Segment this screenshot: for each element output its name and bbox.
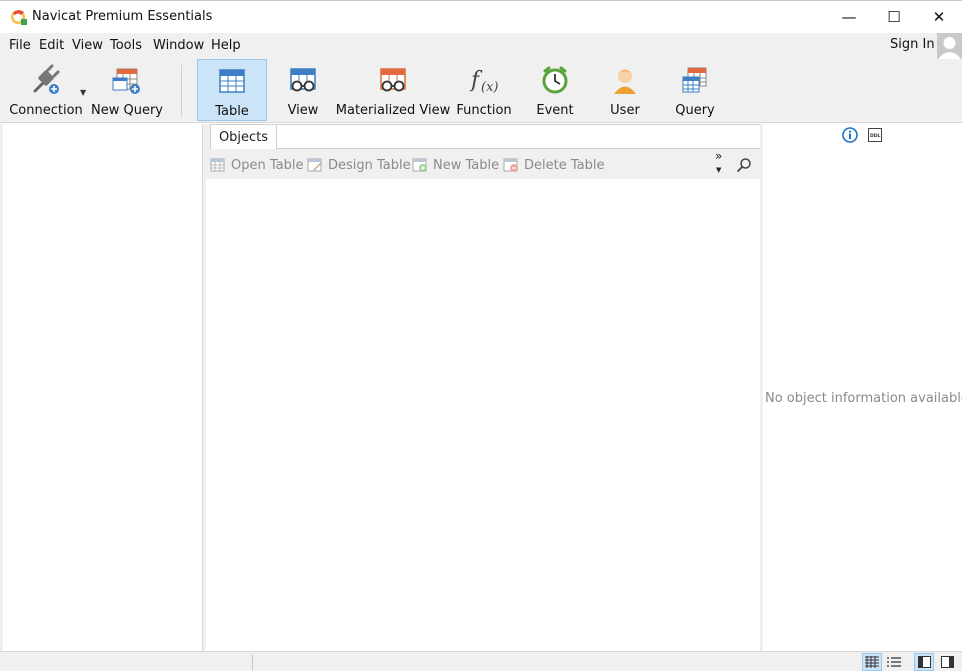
function-label: Function [456, 103, 512, 118]
event-label: Event [536, 103, 574, 118]
status-divider [252, 654, 253, 670]
event-button[interactable]: Event [528, 59, 582, 121]
title-bar: Navicat Premium Essentials — ☐ ✕ [0, 0, 962, 33]
design-table-label: Design Table [328, 157, 411, 173]
plug-icon [33, 64, 60, 94]
object-list[interactable] [206, 179, 760, 651]
menu-bar: File Edit View Tools Window Help Sign In [0, 33, 962, 59]
design-table-icon [307, 158, 322, 172]
close-icon: ✕ [932, 8, 946, 26]
list-view-button[interactable] [884, 653, 904, 671]
new-query-icon [112, 68, 140, 94]
menu-window[interactable]: Window [153, 38, 204, 53]
connection-button[interactable]: Connection [9, 59, 83, 121]
new-query-button[interactable]: New Query [91, 59, 163, 121]
double-chevron-icon: » [715, 149, 723, 163]
close-button[interactable]: ✕ [916, 1, 962, 33]
function-button[interactable]: f (x) Function [455, 59, 513, 121]
object-info-pane: DDL No object information available. [763, 124, 962, 651]
connection-tree-pane[interactable] [3, 124, 203, 651]
toggle-left-pane-button[interactable] [914, 653, 934, 671]
empty-info-message: No object information available. [765, 391, 962, 406]
menu-view[interactable]: View [72, 38, 103, 53]
grid-view-icon [865, 656, 879, 668]
list-view-icon [887, 657, 901, 667]
maximize-button[interactable]: ☐ [871, 1, 917, 33]
query-label: Query [675, 103, 715, 118]
chevron-down-icon[interactable]: ▼ [80, 88, 86, 97]
user-button[interactable]: User [598, 59, 652, 121]
materialized-view-icon [380, 68, 406, 92]
user-silhouette-icon [938, 37, 961, 59]
materialized-view-label: Materialized View [335, 103, 451, 118]
avatar[interactable] [937, 33, 962, 59]
svg-text:DDL: DDL [870, 133, 880, 139]
open-table-label: Open Table [231, 157, 304, 173]
menu-help[interactable]: Help [211, 38, 241, 53]
clock-icon [542, 66, 568, 94]
table-button[interactable]: Table [197, 59, 267, 121]
object-toolbar: Open Table Design Table New Table Delete… [206, 149, 760, 179]
new-query-label: New Query [91, 103, 163, 118]
design-table-button[interactable]: Design Table [307, 156, 411, 174]
chevron-down-icon: ▼ [715, 166, 722, 174]
minimize-icon: — [841, 8, 857, 26]
left-pane-icon [917, 656, 931, 668]
right-pane-icon [940, 656, 954, 668]
delete-table-icon [503, 158, 518, 172]
view-icon [290, 68, 316, 92]
delete-table-label: Delete Table [524, 157, 605, 173]
query-button[interactable]: Query [668, 59, 722, 121]
minimize-button[interactable]: — [826, 1, 872, 33]
user-icon [614, 69, 636, 94]
tab-objects-label: Objects [218, 129, 269, 145]
menu-file[interactable]: File [9, 38, 31, 53]
tab-objects[interactable]: Objects [210, 124, 277, 149]
toggle-right-pane-button[interactable] [937, 653, 957, 671]
search-icon[interactable] [736, 157, 752, 173]
open-table-button[interactable]: Open Table [210, 156, 303, 174]
sign-in-link[interactable]: Sign In [890, 37, 935, 52]
navicat-logo-icon [11, 10, 27, 25]
main-toolbar: Connection ▼ New Query Table View Materi… [0, 59, 962, 123]
new-table-icon [412, 158, 427, 172]
svg-text:(x): (x) [481, 80, 498, 95]
toolbar-divider [181, 65, 182, 117]
connection-label: Connection [9, 103, 83, 118]
function-icon: f (x) [469, 68, 498, 95]
table-icon [219, 69, 245, 93]
toolbar-overflow-button[interactable]: » ▼ [715, 150, 722, 176]
view-button[interactable]: View [272, 59, 334, 121]
table-label: Table [215, 104, 249, 119]
status-bar [0, 651, 962, 671]
window-title: Navicat Premium Essentials [32, 9, 213, 24]
tab-strip: Objects [206, 124, 760, 149]
ddl-icon[interactable]: DDL [868, 128, 882, 142]
menu-tools[interactable]: Tools [110, 38, 142, 53]
open-table-icon [210, 158, 225, 172]
materialized-view-button[interactable]: Materialized View [336, 59, 450, 121]
query-icon [682, 67, 707, 93]
maximize-icon: ☐ [887, 8, 901, 26]
new-table-label: New Table [433, 157, 500, 173]
view-label: View [287, 103, 319, 118]
delete-table-button[interactable]: Delete Table [503, 156, 604, 174]
menu-edit[interactable]: Edit [39, 38, 64, 53]
user-label: User [610, 103, 640, 118]
tab-strip-filler [277, 124, 760, 149]
new-table-button[interactable]: New Table [412, 156, 499, 174]
info-icon[interactable] [842, 127, 858, 143]
grid-view-button[interactable] [862, 653, 882, 671]
